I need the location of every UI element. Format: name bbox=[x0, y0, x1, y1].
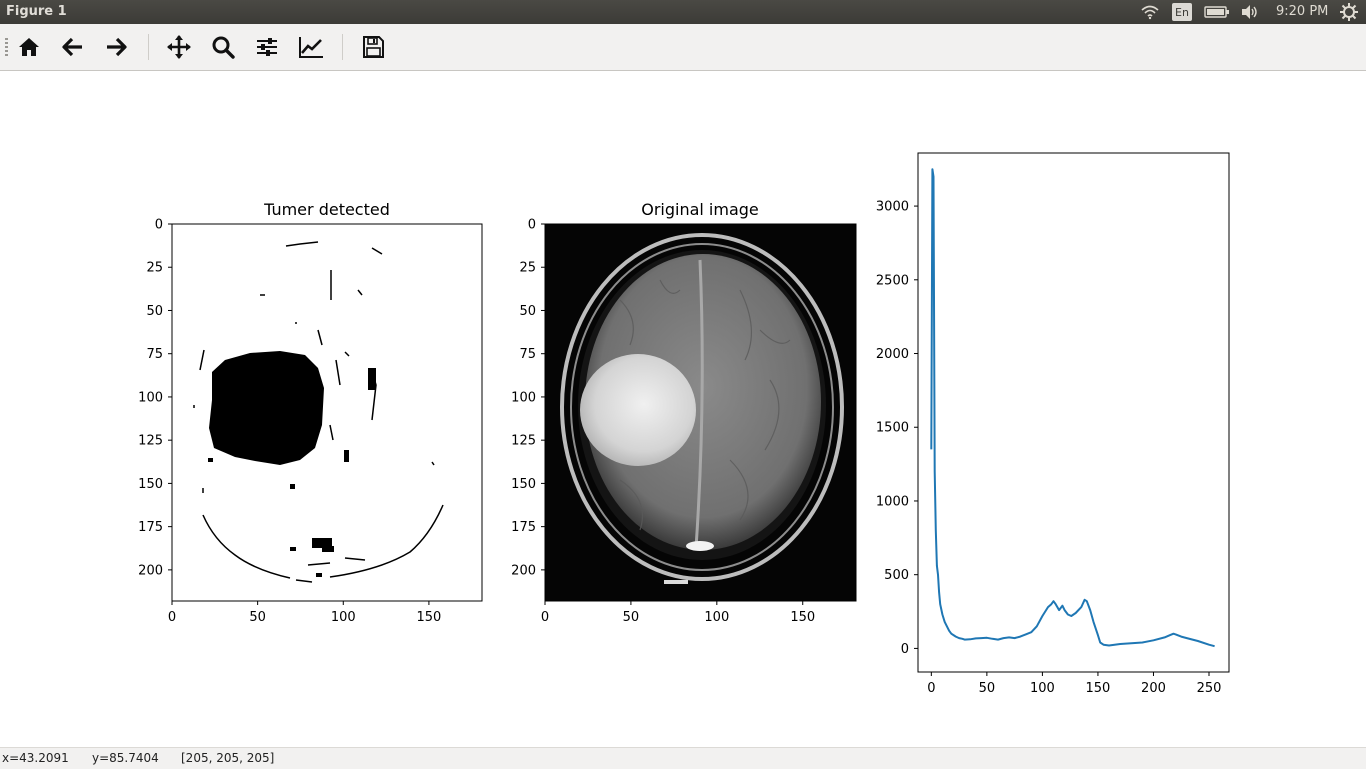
y-tick-label: 25 bbox=[519, 261, 536, 276]
y-tick-label: 200 bbox=[138, 563, 163, 578]
y-tick-label: 200 bbox=[511, 563, 536, 578]
x-tick-label: 50 bbox=[249, 610, 266, 625]
y-tick-label: 3000 bbox=[876, 200, 909, 215]
back-button[interactable] bbox=[59, 33, 87, 61]
y-tick-label: 125 bbox=[511, 434, 536, 449]
pan-button[interactable] bbox=[165, 33, 193, 61]
home-button[interactable] bbox=[15, 33, 43, 61]
line-chart-icon bbox=[299, 37, 323, 58]
y-tick-label: 175 bbox=[511, 520, 536, 535]
x-tick-label: 0 bbox=[168, 610, 176, 625]
y-tick-label: 175 bbox=[138, 520, 163, 535]
volume-icon[interactable] bbox=[1240, 4, 1260, 20]
y-tick-label: 50 bbox=[146, 304, 163, 319]
x-tick-label: 100 bbox=[1030, 681, 1055, 696]
zoom-button[interactable] bbox=[209, 33, 237, 61]
y-tick-label: 0 bbox=[155, 218, 163, 233]
x-tick-label: 100 bbox=[704, 610, 729, 625]
x-tick-label: 150 bbox=[1086, 681, 1111, 696]
subplot-tumor-detected: Tumer detected 0 50 100 1500255075100125… bbox=[138, 200, 483, 625]
save-button[interactable] bbox=[359, 33, 387, 61]
y-tick-label: 25 bbox=[146, 261, 163, 276]
figure-canvas[interactable]: Tumer detected 0 50 100 150 0 25 50 75 1… bbox=[0, 71, 1366, 747]
arrow-left-icon bbox=[62, 37, 82, 57]
system-top-bar: Figure 1 En 9:20 PM bbox=[0, 0, 1366, 24]
arrow-right-icon bbox=[107, 37, 127, 57]
y-tick-label: 75 bbox=[519, 347, 536, 362]
configure-subplots-button[interactable] bbox=[253, 33, 281, 61]
toolbar-separator bbox=[342, 34, 343, 60]
clock[interactable]: 9:20 PM bbox=[1276, 4, 1328, 19]
move-arrows-icon bbox=[167, 35, 191, 59]
y-tick-label: 1500 bbox=[876, 421, 909, 436]
wifi-icon[interactable] bbox=[1140, 4, 1160, 20]
subplot-original-image: Original image 0 50 100 1500255075100125… bbox=[511, 200, 857, 625]
original-image-title: Original image bbox=[641, 200, 759, 219]
y-tick-label: 500 bbox=[884, 568, 909, 583]
x-tick-label: 150 bbox=[790, 610, 815, 625]
x-tick-label: 200 bbox=[1141, 681, 1166, 696]
battery-icon[interactable] bbox=[1204, 6, 1230, 18]
window-title: Figure 1 bbox=[6, 4, 67, 19]
magnifier-icon bbox=[212, 36, 235, 59]
edit-axes-button[interactable] bbox=[297, 33, 325, 61]
x-tick-label: 0 bbox=[541, 610, 549, 625]
x-tick-label: 250 bbox=[1197, 681, 1222, 696]
floppy-disk-icon bbox=[363, 36, 384, 58]
mri-scan-image bbox=[545, 224, 856, 601]
y-tick-label: 150 bbox=[138, 477, 163, 492]
home-icon bbox=[19, 38, 39, 56]
y-tick-label: 100 bbox=[511, 390, 536, 405]
keyboard-layout-indicator[interactable]: En bbox=[1172, 3, 1192, 21]
navigation-toolbar bbox=[0, 24, 1366, 71]
y-tick-label: 150 bbox=[511, 477, 536, 492]
status-bar: x=43.2091 y=85.7404 [205, 205, 205] bbox=[0, 747, 1366, 769]
y-tick-label: 50 bbox=[519, 304, 536, 319]
x-tick-label: 0 bbox=[927, 681, 935, 696]
subplot-histogram: 0 50 100 150 200 250050010001500200025003000 bbox=[876, 152, 1230, 696]
sliders-icon bbox=[257, 38, 277, 56]
toolbar-grip[interactable] bbox=[5, 38, 8, 58]
x-tick-label: 50 bbox=[623, 610, 640, 625]
y-tick-label: 2500 bbox=[876, 273, 909, 288]
y-tick-label: 2000 bbox=[876, 347, 909, 362]
x-tick-label: 50 bbox=[979, 681, 996, 696]
toolbar-separator bbox=[148, 34, 149, 60]
x-tick-label: 100 bbox=[331, 610, 356, 625]
settings-gear-icon[interactable] bbox=[1340, 3, 1358, 21]
histogram-axes-frame bbox=[917, 152, 1230, 673]
y-tick-label: 75 bbox=[146, 347, 163, 362]
forward-button[interactable] bbox=[102, 33, 130, 61]
y-tick-label: 0 bbox=[528, 218, 536, 233]
tumor-detected-title: Tumer detected bbox=[263, 200, 390, 219]
y-tick-label: 0 bbox=[901, 642, 909, 657]
tumor-mask-image bbox=[172, 224, 482, 601]
x-tick-label: 150 bbox=[416, 610, 441, 625]
status-y-coordinate: y=85.7404 bbox=[92, 751, 159, 765]
y-tick-label: 100 bbox=[138, 390, 163, 405]
status-x-coordinate: x=43.2091 bbox=[2, 751, 69, 765]
y-tick-label: 1000 bbox=[876, 494, 909, 509]
status-pixel-value: [205, 205, 205] bbox=[181, 751, 275, 765]
y-tick-label: 125 bbox=[138, 434, 163, 449]
